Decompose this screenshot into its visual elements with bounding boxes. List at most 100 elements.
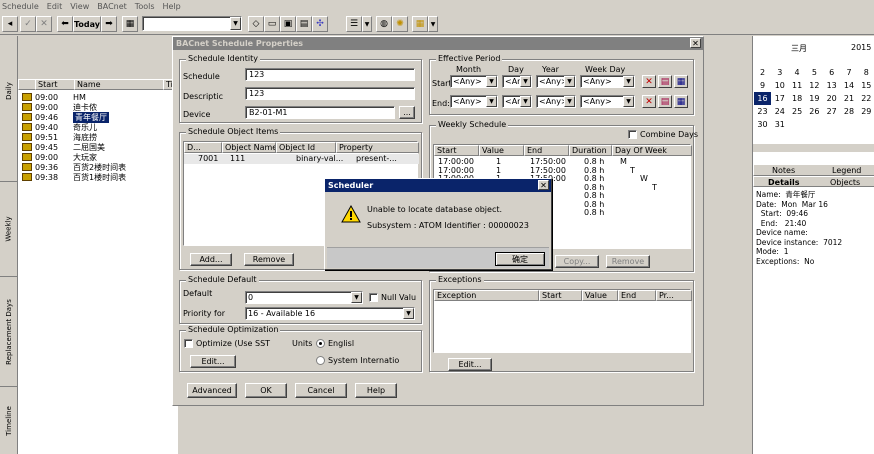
search-icon[interactable]: ◍ xyxy=(376,16,392,32)
arrow-left-icon[interactable]: ⬅ xyxy=(57,16,73,32)
copy-weekly-button[interactable]: Copy... xyxy=(555,255,599,268)
units-english-radio[interactable] xyxy=(316,339,325,348)
advanced-button[interactable]: Advanced xyxy=(187,383,237,398)
start-year-select[interactable]: <Any> ▼ xyxy=(536,75,576,88)
menu-item-schedule[interactable]: Schedule xyxy=(2,2,39,11)
calendar-day[interactable]: 28 xyxy=(841,105,858,118)
calendar-day[interactable]: 26 xyxy=(806,105,823,118)
close-icon[interactable]: ✕ xyxy=(538,180,549,190)
today-button[interactable]: Today xyxy=(73,16,101,32)
calendar-day[interactable]: 22 xyxy=(858,92,874,105)
calendar-day[interactable]: 7 xyxy=(841,66,858,79)
cancel-button[interactable]: Cancel xyxy=(295,383,347,398)
add-object-button[interactable]: Add... xyxy=(190,253,232,266)
arrow-right-icon[interactable]: ➡ xyxy=(101,16,117,32)
weekly-header[interactable]: Start xyxy=(434,145,479,156)
end-year-select[interactable]: <Any> ▼ xyxy=(536,95,576,108)
settings-icon[interactable]: ✺ xyxy=(392,16,408,32)
calendar-day[interactable]: 10 xyxy=(771,79,788,92)
calendar-day[interactable]: 15 xyxy=(858,79,874,92)
list-item[interactable]: 09:51 海底捞 xyxy=(19,132,174,142)
calendar-day[interactable]: 30 xyxy=(754,118,771,131)
check-icon[interactable]: ✓ xyxy=(20,16,36,32)
help-button[interactable]: Help xyxy=(355,383,397,398)
list-header-start[interactable]: Start xyxy=(35,79,75,90)
calendar-end-icon[interactable]: ▦ xyxy=(674,95,688,108)
priority-select[interactable]: 16 - Available 16 ▼ xyxy=(245,307,415,320)
date-picker-end-icon[interactable]: ▤ xyxy=(658,95,672,108)
calendar-day[interactable]: 27 xyxy=(823,105,840,118)
table-row[interactable]: 7001 111 binary-val... present-... xyxy=(184,154,419,164)
menu-item-tools[interactable]: Tools xyxy=(135,2,155,11)
end-day-select[interactable]: <Any> ▼ xyxy=(502,95,532,108)
list-item[interactable]: 09:00 大玩家 xyxy=(19,152,174,162)
schedule-name-field[interactable]: 123 xyxy=(245,68,415,81)
exceptions-edit-button[interactable]: Edit... xyxy=(448,358,492,371)
calendar-scrollbar[interactable] xyxy=(753,144,874,152)
optimize-checkbox[interactable] xyxy=(184,339,193,348)
calendar-day[interactable]: 11 xyxy=(789,79,806,92)
calendar-object-icon[interactable]: ▣ xyxy=(280,16,296,32)
tab-notes[interactable]: Notes xyxy=(772,166,795,175)
calendar-day[interactable]: 9 xyxy=(754,79,771,92)
remove-object-button[interactable]: Remove xyxy=(244,253,294,266)
browse-device-button[interactable]: ... xyxy=(399,106,415,119)
calendar-day[interactable]: 14 xyxy=(841,79,858,92)
dialog-titlebar[interactable]: BACnet Schedule Properties ✕ xyxy=(173,37,703,50)
tab-timeline[interactable]: Timeline xyxy=(0,386,18,454)
calendar-day[interactable]: 6 xyxy=(823,66,840,79)
calendar-month[interactable]: 三月 xyxy=(791,43,807,54)
units-si-radio[interactable] xyxy=(316,356,325,365)
weekly-header[interactable]: Day Of Week xyxy=(612,145,692,156)
grid-icon[interactable]: ▦ xyxy=(412,16,428,32)
optimization-edit-button[interactable]: Edit... xyxy=(190,355,236,368)
list-item[interactable]: 09:46 青年餐厅 xyxy=(19,111,174,123)
clear-end-icon[interactable]: ✕ xyxy=(642,95,656,108)
combine-days-checkbox[interactable] xyxy=(628,130,637,139)
back-icon[interactable]: ◂ xyxy=(2,16,18,32)
calendar-day[interactable]: 18 xyxy=(789,92,806,105)
calendar-day[interactable]: 19 xyxy=(806,92,823,105)
end-month-select[interactable]: <Any> ▼ xyxy=(450,95,498,108)
tab-daily[interactable]: Daily xyxy=(0,46,18,136)
weekly-header[interactable]: Duration xyxy=(569,145,612,156)
calendar-day[interactable]: 17 xyxy=(771,92,788,105)
device-field[interactable]: B2-01-M1 xyxy=(245,106,395,119)
calendar-day[interactable]: 13 xyxy=(823,79,840,92)
close-icon[interactable]: ✕ xyxy=(690,38,701,48)
start-month-select[interactable]: <Any> ▼ xyxy=(450,75,498,88)
weekly-header[interactable]: Value xyxy=(479,145,524,156)
trend-icon[interactable]: ▤ xyxy=(296,16,312,32)
calendar-day[interactable]: 8 xyxy=(858,66,874,79)
weekly-header[interactable]: End xyxy=(524,145,569,156)
list-item[interactable]: 09:45 二屈国美 xyxy=(19,142,174,152)
tab-details[interactable]: Details xyxy=(768,178,800,187)
list-item[interactable]: 09:40 奇乐儿 xyxy=(19,122,174,132)
remove-weekly-button[interactable]: Remove xyxy=(606,255,650,268)
calendar-day[interactable]: 4 xyxy=(789,66,806,79)
view-select[interactable]: ▼ xyxy=(142,16,242,31)
calendar-day[interactable]: 2 xyxy=(754,66,771,79)
network-icon[interactable]: ✣ xyxy=(312,16,328,32)
calendar-day[interactable]: 29 xyxy=(858,105,874,118)
list-header-name[interactable]: Name xyxy=(74,79,164,90)
menu-item-edit[interactable]: Edit xyxy=(47,2,63,11)
calendar-start-icon[interactable]: ▦ xyxy=(674,75,688,88)
close-icon[interactable]: ✕ xyxy=(36,16,52,32)
calendar-day[interactable]: 20 xyxy=(823,92,840,105)
tab-legend[interactable]: Legend xyxy=(832,166,861,175)
menu-item-view[interactable]: View xyxy=(70,2,89,11)
date-picker-start-icon[interactable]: ▤ xyxy=(658,75,672,88)
calendar-icon[interactable]: ▦ xyxy=(122,16,138,32)
diamond-icon[interactable]: ◇ xyxy=(248,16,264,32)
schedule-icon[interactable]: ▭ xyxy=(264,16,280,32)
list-view-icon[interactable]: ☰ xyxy=(346,16,362,32)
default-value-select[interactable]: 0 ▼ xyxy=(245,291,363,304)
start-day-select[interactable]: <Any> ▼ xyxy=(502,75,532,88)
calendar-day[interactable]: 5 xyxy=(806,66,823,79)
clear-start-icon[interactable]: ✕ xyxy=(642,75,656,88)
tab-replacement-days[interactable]: Replacement Days xyxy=(0,276,18,386)
calendar-day[interactable]: 25 xyxy=(789,105,806,118)
menu-item-bacnet[interactable]: BACnet xyxy=(97,2,127,11)
calendar-day[interactable]: 23 xyxy=(754,105,771,118)
